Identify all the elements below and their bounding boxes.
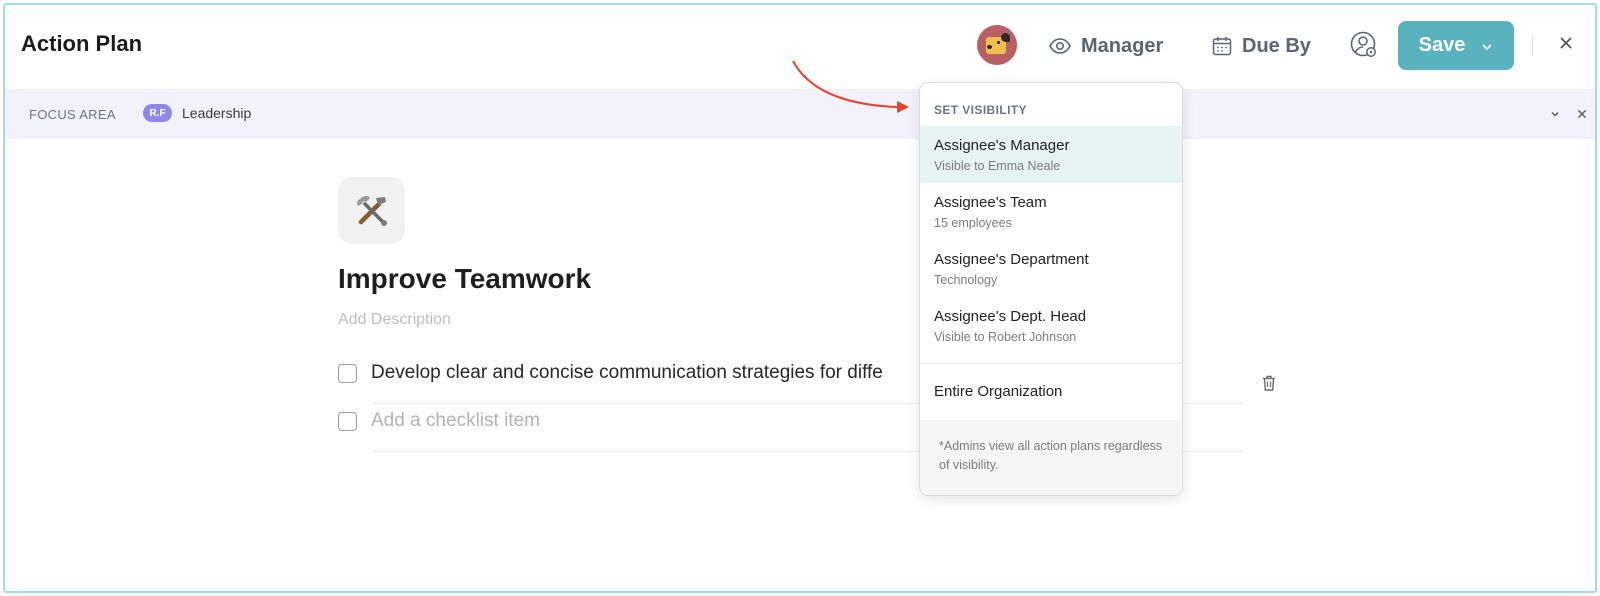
user-settings-icon [1350, 31, 1378, 59]
visibility-menu-header: SET VISIBILITY [934, 103, 1027, 117]
checklist-add-input[interactable]: Add a checklist item [371, 410, 540, 432]
avatar[interactable] [977, 25, 1017, 65]
visibility-menu-divider [920, 363, 1182, 364]
chevron-down-icon [1481, 34, 1493, 57]
visibility-dropdown: SET VISIBILITY Assignee's Manager Visibl… [919, 82, 1183, 496]
checklist-item-text[interactable]: Develop clear and concise communication … [371, 362, 883, 384]
checklist-add-row: Add a checklist item [338, 410, 540, 432]
visibility-option-organization[interactable]: Entire Organization [934, 383, 1062, 400]
checklist-item: Develop clear and concise communication … [338, 362, 883, 384]
focus-area-clear-icon[interactable] [1575, 107, 1589, 121]
calendar-icon [1212, 36, 1232, 56]
annotation-arrow [792, 60, 909, 113]
focus-area-expand-icon[interactable] [1548, 107, 1562, 121]
close-icon [1559, 36, 1573, 55]
due-by-label: Due By [1242, 34, 1311, 57]
description-input[interactable]: Add Description [338, 311, 451, 329]
visibility-option-team[interactable]: Assignee's Team 15 employees [920, 183, 1182, 240]
focus-area-label: FOCUS AREA [29, 107, 116, 122]
close-button[interactable] [1555, 34, 1577, 56]
checklist-checkbox[interactable] [338, 363, 357, 383]
save-button[interactable]: Save [1398, 21, 1514, 70]
due-by-button[interactable]: Due By [1212, 29, 1311, 63]
trash-icon[interactable] [1261, 374, 1277, 392]
option-subtitle: Technology [934, 273, 998, 287]
visibility-label: Manager [1081, 34, 1164, 57]
header-divider [1532, 36, 1533, 56]
avatar-ear [1001, 33, 1010, 42]
visibility-option-manager[interactable]: Assignee's Manager Visible to Emma Neale [920, 126, 1182, 183]
plan-icon-tile[interactable] [338, 177, 405, 244]
visibility-option-dept-head[interactable]: Assignee's Dept. Head Visible to Robert … [920, 297, 1182, 354]
tools-icon [352, 191, 392, 231]
plan-title[interactable]: Improve Teamwork [338, 263, 591, 295]
avatar-nose [987, 45, 992, 49]
save-label: Save [1418, 34, 1466, 56]
checklist-add-checkbox[interactable] [338, 411, 357, 431]
option-subtitle: Visible to Emma Neale [934, 159, 1061, 173]
focus-area-chip[interactable]: R.F Leadership [143, 104, 251, 122]
option-title: Assignee's Department [934, 251, 1089, 268]
visibility-footnote: *Admins view all action plans regardless… [920, 420, 1182, 495]
option-title: Assignee's Team [934, 194, 1047, 211]
visibility-option-department[interactable]: Assignee's Department Technology [920, 240, 1182, 297]
page-title: Action Plan [21, 31, 143, 56]
assignee-button[interactable] [1350, 28, 1378, 62]
option-subtitle: Visible to Robert Johnson [934, 330, 1077, 344]
eye-icon [1049, 38, 1071, 54]
option-title: Assignee's Manager [934, 137, 1070, 154]
visibility-button[interactable]: Manager [1049, 29, 1163, 63]
option-title: Assignee's Dept. Head [934, 308, 1087, 325]
focus-area-badge: R.F [143, 104, 172, 122]
option-subtitle: 15 employees [934, 216, 1012, 230]
avatar-eye [997, 41, 1000, 44]
app-window: Action Plan Manager Due By Save FOCUS AR… [3, 3, 1597, 593]
focus-area-name: Leadership [182, 105, 252, 121]
